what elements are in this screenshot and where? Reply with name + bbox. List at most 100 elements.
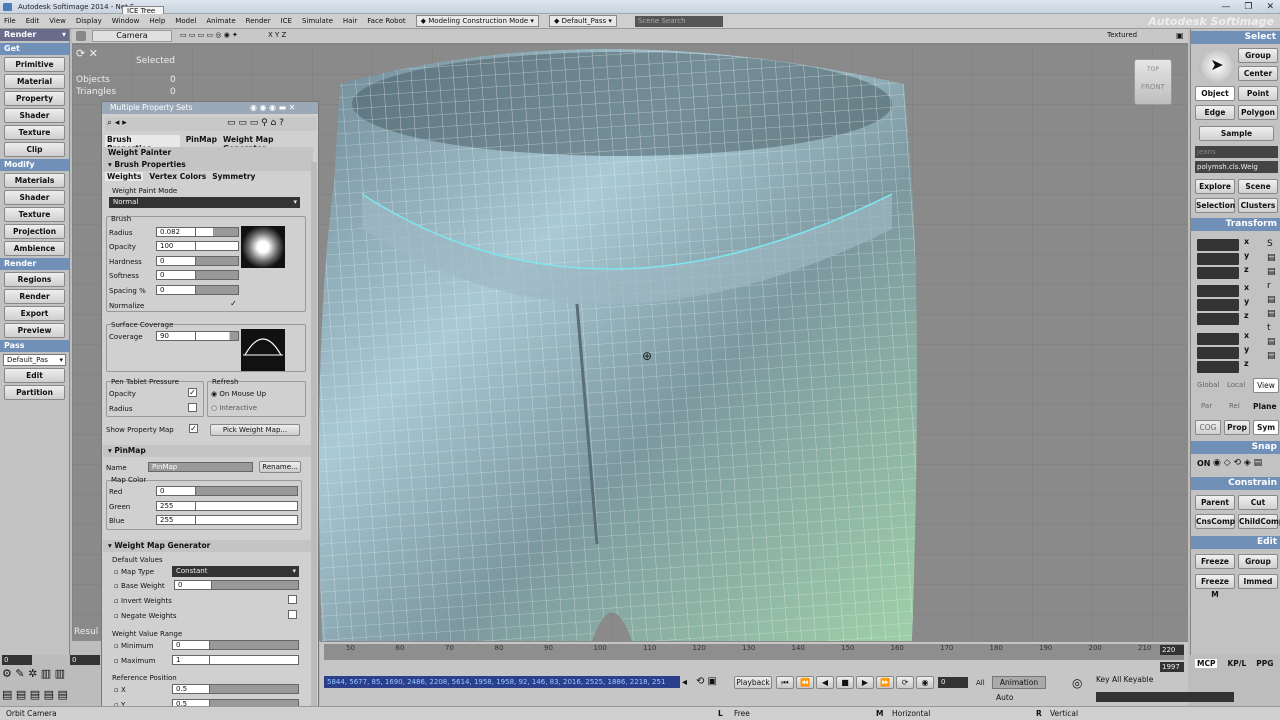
menu-help[interactable]: Help <box>149 17 165 25</box>
scale-y-label[interactable]: y <box>1244 251 1249 260</box>
red-slider[interactable] <box>195 486 298 496</box>
preview-button[interactable]: Preview <box>4 323 65 338</box>
animation-select[interactable]: Animation <box>992 676 1046 689</box>
go-start-button[interactable]: ⏪ <box>796 676 814 689</box>
menu-display[interactable]: Display <box>76 17 102 25</box>
construction-mode-select[interactable]: ◆ Modeling Construction Mode ▾ <box>415 15 539 27</box>
maximize-button[interactable]: ❐ <box>1244 0 1252 14</box>
rename-button[interactable]: Rename... <box>259 461 301 473</box>
freeze-m-button[interactable]: Freeze M <box>1195 574 1235 599</box>
opacity-input[interactable]: 100 <box>156 241 196 251</box>
stop-button[interactable]: ■ <box>836 676 854 689</box>
scale-z-label[interactable]: z <box>1244 265 1249 274</box>
green-input[interactable]: 255 <box>156 501 196 511</box>
menu-model[interactable]: Model <box>175 17 196 25</box>
pick-weight-map-button[interactable]: Pick Weight Map... <box>210 424 300 436</box>
tool-icons-row-2[interactable]: ▤ ▤ ▤ ▤ ▤ <box>2 688 68 701</box>
prev-frame-button[interactable]: ◀ <box>816 676 834 689</box>
ref-par[interactable]: Par <box>1201 402 1212 410</box>
map-type-select[interactable]: Constant ▾ <box>172 566 299 577</box>
point-button[interactable]: Point <box>1238 86 1278 101</box>
subtab-weights[interactable]: Weights <box>105 172 144 181</box>
texture-button[interactable]: Texture <box>4 125 65 140</box>
coverage-slider[interactable] <box>195 331 239 341</box>
scale-y-field[interactable] <box>1197 253 1239 265</box>
panel-scrollbar[interactable] <box>311 162 317 717</box>
menu-window[interactable]: Window <box>112 17 140 25</box>
subtab-vertex-colors[interactable]: Vertex Colors <box>149 172 206 181</box>
materials-button[interactable]: Materials <box>4 173 65 188</box>
view-cube[interactable]: TOP FRONT <box>1134 59 1172 105</box>
ref-global[interactable]: Global <box>1197 381 1219 389</box>
regions-button[interactable]: Regions <box>4 272 65 287</box>
menu-edit[interactable]: Edit <box>26 17 40 25</box>
pass-dropdown[interactable]: Default_Pas ▾ <box>3 354 66 366</box>
menu-simulate[interactable]: Simulate <box>302 17 333 25</box>
render-button[interactable]: Render <box>4 289 65 304</box>
softness-input[interactable]: 0 <box>156 270 196 280</box>
view-cube-front[interactable]: FRONT <box>1135 83 1171 91</box>
ref-rel[interactable]: Rel <box>1229 402 1240 410</box>
refresh-interactive-radio[interactable]: ○ Interactive <box>211 404 257 412</box>
brush-properties-header[interactable]: ▾ Brush Properties <box>103 159 313 171</box>
scale-x-label[interactable]: x <box>1244 237 1249 246</box>
ambience-button[interactable]: Ambience <box>4 241 65 256</box>
refresh-icon[interactable]: ⟳ ✕ <box>76 47 98 60</box>
modify-texture-button[interactable]: Texture <box>4 207 65 222</box>
pen-opacity-checkbox[interactable]: ✓ <box>188 388 197 397</box>
loop-button[interactable]: ⟳ <box>896 676 914 689</box>
ref-plane[interactable]: Plane <box>1253 402 1277 411</box>
menu-file[interactable]: File <box>4 17 16 25</box>
filter-field[interactable]: jeans <box>1195 146 1278 158</box>
prop-button[interactable]: Prop <box>1224 420 1250 435</box>
view-cube-top[interactable]: TOP <box>1135 66 1171 73</box>
tab-mcp[interactable]: MCP <box>1195 659 1218 668</box>
minimum-slider[interactable] <box>209 640 299 650</box>
snap-icons[interactable]: ◉ ◇ ⟲ ◈ ▤ <box>1213 458 1262 468</box>
scale-z-field[interactable] <box>1197 267 1239 279</box>
shader-button[interactable]: Shader <box>4 108 65 123</box>
invert-weights-checkbox[interactable] <box>288 595 297 604</box>
opacity-slider[interactable] <box>195 241 239 251</box>
ref-x-input[interactable]: 0.5 <box>172 684 210 694</box>
maximum-slider[interactable] <box>209 655 299 665</box>
scale-x-field[interactable] <box>1197 239 1239 251</box>
translate-z-label[interactable]: z <box>1244 359 1249 368</box>
close-button[interactable]: ✕ <box>1266 0 1274 14</box>
polygon-button[interactable]: Polygon <box>1238 105 1278 120</box>
translate-y-label[interactable]: y <box>1244 345 1249 354</box>
property-button[interactable]: Property <box>4 91 65 106</box>
negate-weights-checkbox[interactable] <box>288 610 297 619</box>
rotate-z-label[interactable]: z <box>1244 311 1249 320</box>
loop-icons[interactable]: ⟲ ▣ <box>696 676 717 687</box>
rotate-y-label[interactable]: y <box>1244 297 1249 306</box>
center-button[interactable]: Center <box>1238 66 1278 81</box>
translate-x-field[interactable] <box>1197 333 1239 345</box>
softness-slider[interactable] <box>195 270 239 280</box>
ref-x-slider[interactable] <box>209 684 299 694</box>
current-frame-field[interactable]: 0 <box>938 677 968 688</box>
hardness-slider[interactable] <box>195 256 239 266</box>
time-ruler[interactable]: 50 60 70 80 90 100 110 120 130 140 150 160 170 180 190… <box>324 644 1184 660</box>
base-weight-input[interactable]: 0 <box>174 580 212 590</box>
pass-edit-button[interactable]: Edit <box>4 368 65 383</box>
clip-button[interactable]: Clip <box>4 142 65 157</box>
tool-icons-row-1[interactable]: ⚙ ✎ ✲ ▥ ▥ <box>2 667 65 680</box>
clusters-button[interactable]: Clusters <box>1238 198 1278 213</box>
spacing-slider[interactable] <box>195 285 239 295</box>
coverage-input[interactable]: 90 <box>156 331 196 341</box>
freeze-button[interactable]: Freeze <box>1195 554 1235 569</box>
shading-mode[interactable]: Textured <box>1107 31 1137 39</box>
total-frames-field[interactable]: 1997 <box>1160 662 1184 672</box>
tab-ppg[interactable]: PPG <box>1256 659 1273 668</box>
select-arrow-icon[interactable]: ➤ <box>1199 50 1235 82</box>
transform-tool-icons[interactable]: S ▤ ▤ r ▤ ▤ t ▤ ▤ <box>1267 237 1276 363</box>
left-value-1[interactable]: 0 <box>2 655 32 665</box>
translate-z-field[interactable] <box>1197 361 1239 373</box>
scene-search-input[interactable]: Scene Search <box>634 15 723 27</box>
tab-kpl[interactable]: KP/L <box>1227 659 1246 668</box>
wmg-header[interactable]: ▾ Weight Map Generator <box>103 540 313 552</box>
key-lock-icon[interactable]: ◎ <box>1072 676 1082 690</box>
cut-button[interactable]: Cut <box>1238 495 1278 510</box>
camera-select[interactable]: Camera <box>92 30 172 42</box>
